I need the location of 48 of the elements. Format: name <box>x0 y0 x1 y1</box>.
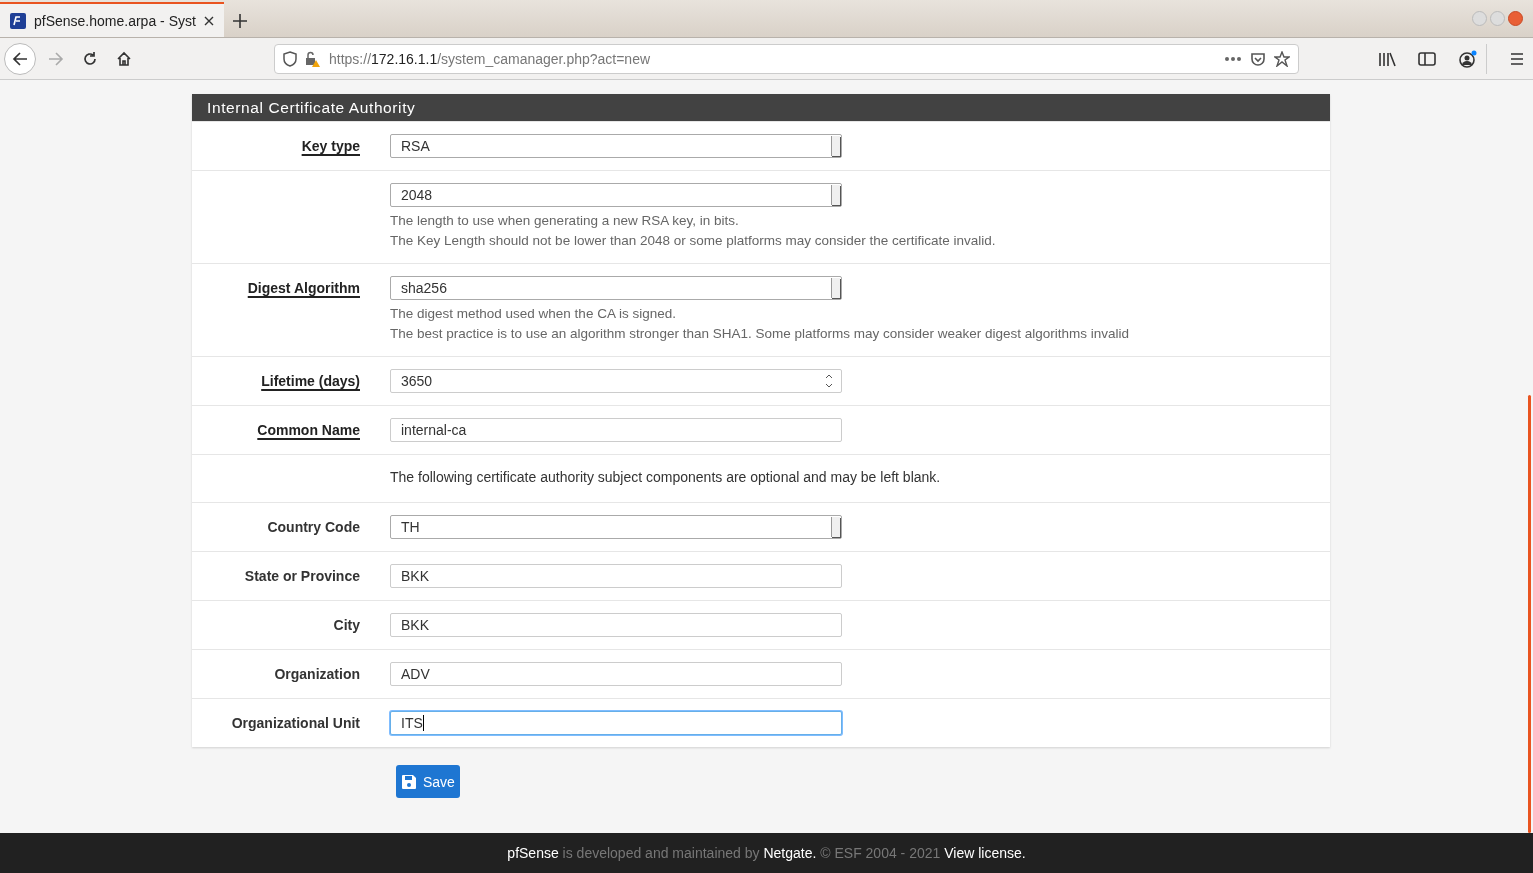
reload-icon[interactable] <box>82 50 98 67</box>
help-text: The Key Length should not be lower than 2048 or some platforms may consider the certificate invalid. <box>390 232 997 250</box>
footer-link[interactable]: Netgate. <box>763 845 817 861</box>
input-field[interactable]: ITS <box>390 711 842 735</box>
lock-warning-icon <box>305 50 321 67</box>
pocket-icon[interactable] <box>1250 50 1266 67</box>
pf-logo-icon <box>10 12 26 29</box>
select-field[interactable]: 2048 <box>390 183 842 207</box>
field-label: Country Code <box>267 519 360 535</box>
close-window-button[interactable] <box>1508 11 1523 26</box>
number-field[interactable]: 3650 <box>390 369 842 393</box>
field-label: State or Province <box>244 568 360 584</box>
field-label: City <box>333 617 360 633</box>
close-icon[interactable] <box>204 15 214 26</box>
field-label[interactable]: Common Name <box>257 422 360 438</box>
help-text: The length to use when generating a new RSA key, in bits. <box>390 212 740 230</box>
select-field[interactable]: RSA <box>390 134 842 158</box>
account-icon[interactable] <box>1458 49 1478 68</box>
field-label[interactable]: Digest Algorithm <box>247 280 360 296</box>
input-field[interactable]: BKK <box>390 564 842 588</box>
panel-title: Internal Certificate Authority <box>192 94 1330 121</box>
select-field[interactable]: sha256 <box>390 276 842 300</box>
footer-link[interactable]: View license. <box>944 845 1026 861</box>
home-icon[interactable] <box>116 50 132 67</box>
input-field[interactable]: internal-ca <box>390 418 842 442</box>
plus-icon[interactable] <box>232 13 248 29</box>
help-text: The best practice is to use an algorithm stronger than SHA1. Some platforms may consider weaker digest algorithms invalid <box>390 325 1131 343</box>
address-bar[interactable]: https://172.16.1.1/system_camanager.php?act=new <box>274 43 1299 74</box>
more-icon[interactable] <box>1224 55 1242 62</box>
input-field[interactable]: BKK <box>390 613 842 637</box>
save-button[interactable]: Save <box>396 765 460 798</box>
menu-icon[interactable] <box>1509 51 1525 66</box>
input-field[interactable]: ADV <box>390 662 842 686</box>
field-label: Organization <box>274 666 360 682</box>
select-field[interactable]: TH <box>390 515 842 539</box>
back-arrow-icon[interactable] <box>12 50 28 67</box>
field-label[interactable]: Key type <box>301 138 360 154</box>
field-label[interactable]: Lifetime (days) <box>261 373 360 389</box>
star-icon[interactable] <box>1274 50 1290 67</box>
browser-tab[interactable]: pfSense.home.arpa - Syst <box>0 2 224 37</box>
info-text: The following certificate authority subject components are optional and may be left blank. <box>390 468 941 487</box>
field-label: Organizational Unit <box>231 715 360 731</box>
footer-link[interactable]: pfSense <box>507 845 559 861</box>
library-icon[interactable] <box>1378 50 1396 67</box>
help-text: The digest method used when the CA is signed. <box>390 305 677 323</box>
sidebar-icon[interactable] <box>1418 50 1436 67</box>
footer-text: pfSense is developed and maintained by Netgate. © ESF 2004 - 2021 View license. <box>507 845 1026 861</box>
shield-icon[interactable] <box>283 50 297 67</box>
